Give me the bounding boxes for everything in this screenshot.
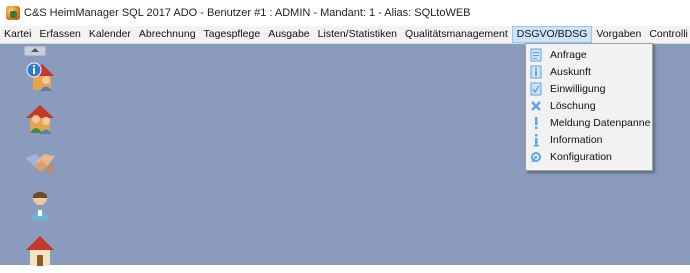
handshake-icon [25, 154, 55, 174]
delete-icon [530, 99, 542, 113]
house-icon [26, 236, 54, 266]
menu-item-loeschung[interactable]: Löschung [526, 97, 652, 114]
menu-kalender[interactable]: Kalender [85, 26, 135, 43]
menu-item-anfrage[interactable]: Anfrage [526, 46, 652, 63]
nurse-icon [29, 191, 51, 220]
toolbar-button-resident-info[interactable] [22, 58, 58, 94]
settings-icon [530, 150, 542, 164]
toolbar-scroll-up-button[interactable] [24, 46, 46, 56]
resident-info-icon [26, 62, 54, 91]
menu-kartei[interactable]: Kartei [0, 26, 35, 43]
menu-item-meldung-datenpanne[interactable]: Meldung Datenpanne [526, 114, 652, 131]
dsgvo-dropdown-menu: Anfrage Auskunft Einwilligung Löschung M… [525, 43, 653, 171]
consent-icon [530, 82, 542, 96]
menu-item-einwilligung[interactable]: Einwilligung [526, 80, 652, 97]
exclamation-icon [530, 116, 542, 130]
menu-tagespflege[interactable]: Tagespflege [200, 26, 265, 43]
menu-qualitaetsmanagement[interactable]: Qualitätsmanagement [401, 26, 512, 43]
information-icon [530, 133, 542, 147]
request-icon [530, 48, 542, 62]
toolbar-button-nurse[interactable] [22, 186, 58, 222]
menu-bar: Kartei Erfassen Kalender Abrechnung Tage… [0, 26, 690, 44]
menu-controlling[interactable]: Controlli [645, 26, 690, 43]
app-logo-icon [6, 6, 20, 20]
toolbar-button-house[interactable] [22, 232, 58, 268]
menu-dsgvo-bdsg[interactable]: DSGVO/BDSG [511, 26, 593, 43]
info-sheet-icon [530, 65, 542, 79]
menu-abrechnung[interactable]: Abrechnung [135, 26, 200, 43]
menu-item-konfiguration[interactable]: Konfiguration [526, 148, 652, 165]
toolbar-button-handshake[interactable] [22, 144, 58, 180]
menu-erfassen[interactable]: Erfassen [35, 26, 84, 43]
toolbar-button-resident-house[interactable] [22, 100, 58, 136]
window-title: C&S HeimManager SQL 2017 ADO - Benutzer … [24, 7, 471, 19]
menu-item-information[interactable]: Information [526, 131, 652, 148]
menu-item-auskunft[interactable]: Auskunft [526, 63, 652, 80]
resident-house-icon [26, 105, 54, 134]
menu-listen-statistiken[interactable]: Listen/Statistiken [314, 26, 401, 43]
menu-vorgaben[interactable]: Vorgaben [592, 26, 645, 43]
left-toolbar [0, 44, 78, 268]
title-bar: C&S HeimManager SQL 2017 ADO - Benutzer … [0, 0, 690, 26]
menu-ausgabe[interactable]: Ausgabe [264, 26, 313, 43]
